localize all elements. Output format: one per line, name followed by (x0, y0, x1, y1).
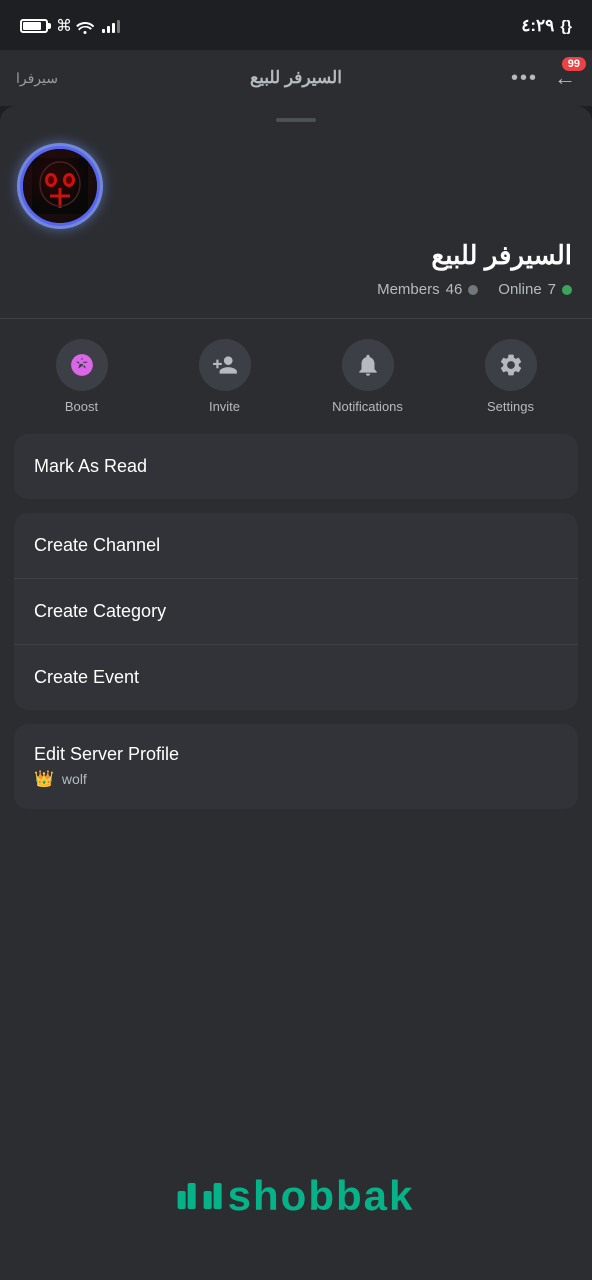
gear-icon (498, 352, 524, 378)
status-bar: ⌘ {} ٤:٢٩ (0, 0, 592, 50)
status-time: ٤:٢٩ (521, 16, 554, 36)
drag-handle-bar (276, 118, 316, 122)
curly-brace-icon: {} (560, 18, 572, 35)
nav-side-label: سيرفرا (16, 70, 58, 87)
invite-label: Invite (209, 399, 240, 414)
boost-button[interactable]: Boost (42, 339, 122, 414)
crown-icon: 👑 (34, 769, 54, 789)
notification-badge: 99 (562, 57, 586, 71)
menu-section-1: Mark As Read (14, 434, 578, 499)
settings-button[interactable]: Settings (471, 339, 551, 414)
members-dot (468, 285, 478, 295)
invite-icon (212, 352, 238, 378)
boost-icon-container (56, 339, 108, 391)
menu-section-3: Edit Server Profile 👑 wolf (14, 724, 578, 809)
bottom-panel: السيرفر للبيع 7 Online 46 Members (0, 106, 592, 1280)
battery-icon (20, 19, 48, 33)
nav-title: السيرفر للبيع (250, 68, 342, 88)
boost-icon (69, 352, 95, 378)
members-count: 46 (446, 281, 463, 298)
mark-as-read-item[interactable]: Mark As Read (14, 434, 578, 499)
server-stats: 7 Online 46 Members (20, 281, 572, 298)
boost-label: Boost (65, 399, 98, 414)
notifications-button[interactable]: Notifications (328, 339, 408, 414)
nav-actions: ••• ← 99 (511, 65, 576, 91)
online-dot (562, 285, 572, 295)
action-buttons: Boost Invite Notifications (0, 319, 592, 434)
server-avatar-inner (23, 149, 97, 223)
invite-button[interactable]: Invite (185, 339, 265, 414)
create-event-item[interactable]: Create Event (14, 645, 578, 710)
edit-server-profile-item[interactable]: Edit Server Profile 👑 wolf (14, 724, 578, 809)
settings-icon-container (485, 339, 537, 391)
create-category-item[interactable]: Create Category (14, 579, 578, 645)
create-category-label: Create Category (34, 601, 166, 622)
top-nav: سيرفرا السيرفر للبيع ••• ← 99 (0, 50, 592, 106)
notifications-icon-container (342, 339, 394, 391)
online-label: Online (498, 281, 541, 298)
settings-label: Settings (487, 399, 534, 414)
online-stat: 7 Online (498, 281, 572, 298)
drag-handle[interactable] (0, 106, 592, 130)
status-right: {} ٤:٢٩ (521, 16, 572, 36)
online-count: 7 (548, 281, 556, 298)
edit-server-profile-label: Edit Server Profile (34, 744, 179, 764)
create-event-label: Create Event (34, 667, 139, 688)
create-channel-label: Create Channel (34, 535, 160, 556)
notifications-label: Notifications (332, 399, 403, 414)
signal-bars (102, 19, 120, 33)
invite-icon-container (199, 339, 251, 391)
members-stat: 46 Members (377, 281, 478, 298)
server-avatar (20, 146, 100, 226)
create-channel-item[interactable]: Create Channel (14, 513, 578, 579)
user-info: 👑 wolf (34, 769, 558, 789)
username-label: wolf (62, 771, 87, 787)
notifications-icon (355, 352, 381, 378)
server-header: السيرفر للبيع 7 Online 46 Members (0, 130, 592, 318)
more-options-button[interactable]: ••• (511, 67, 538, 90)
back-button-container: ← 99 (554, 65, 576, 91)
members-label: Members (377, 281, 440, 298)
server-name: السيرفر للبيع (20, 240, 572, 271)
mark-as-read-label: Mark As Read (34, 456, 147, 477)
menu-section-2: Create Channel Create Category Create Ev… (14, 513, 578, 710)
status-left: ⌘ (20, 16, 120, 36)
wifi-icon: ⌘ (56, 16, 94, 36)
